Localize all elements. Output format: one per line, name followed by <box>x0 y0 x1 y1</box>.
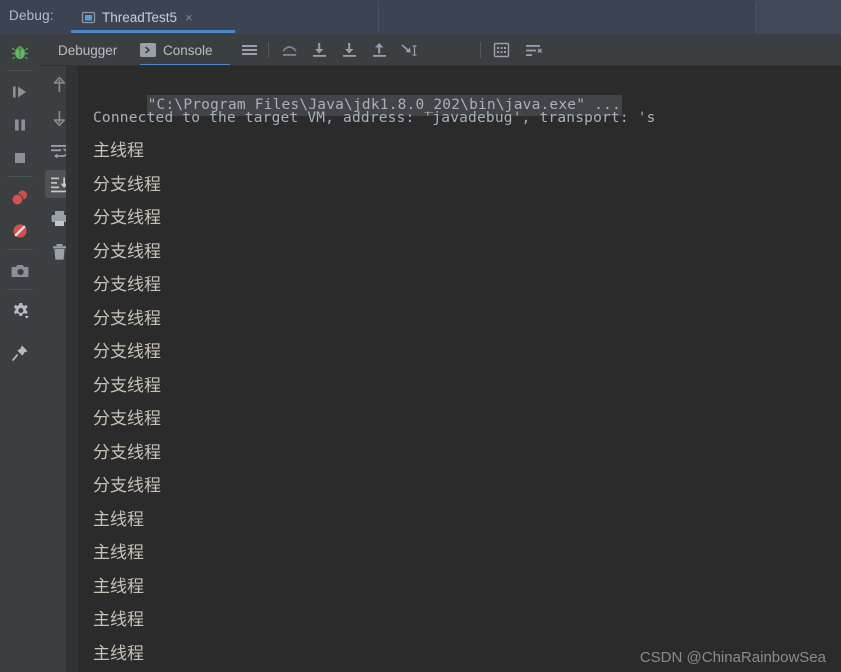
step-out-icon[interactable] <box>368 39 390 61</box>
strip-separator-1 <box>7 70 33 71</box>
tab-console[interactable]: Console <box>140 34 213 66</box>
strip-separator-4 <box>7 289 33 290</box>
pin-tab-icon[interactable] <box>6 339 34 367</box>
debug-actions-strip <box>0 34 40 672</box>
console-output-line: 分支线程 <box>93 241 161 262</box>
toolbar-separator-2 <box>480 42 481 58</box>
toolbar-separator-1 <box>268 42 269 58</box>
console-output-line: 分支线程 <box>93 409 161 429</box>
console-output[interactable]: "C:\Program Files\Java\jdk1.8.0_202\bin\… <box>78 66 841 672</box>
run-config-name: ThreadTest5 <box>102 9 178 25</box>
console-output-line: 分支线程 <box>93 442 161 463</box>
console-output-line: 主线程 <box>93 509 144 530</box>
console-output-line: 分支线程 <box>93 476 161 496</box>
console-output-line: 分支线程 <box>93 275 161 295</box>
settings-gear-icon[interactable] <box>6 297 34 325</box>
console-output-line: 分支线程 <box>93 174 161 195</box>
camera-snapshot-icon[interactable] <box>6 257 34 285</box>
layout-lines-icon[interactable] <box>238 39 260 61</box>
step-into-icon[interactable] <box>308 39 330 61</box>
force-step-into-icon[interactable] <box>338 39 360 61</box>
tab-debugger[interactable]: Debugger <box>58 34 117 66</box>
debug-tool-window: Debug: ThreadTest5 × Debugger Console "C… <box>0 0 841 672</box>
mute-breakpoints-icon[interactable] <box>523 39 545 61</box>
console-gutter <box>66 66 78 672</box>
debug-bug-icon[interactable] <box>6 38 34 66</box>
evaluate-expression-icon[interactable] <box>490 39 512 61</box>
console-output-line: 分支线程 <box>93 308 161 329</box>
console-output-line: 主线程 <box>93 610 144 630</box>
pause-program-icon[interactable] <box>6 111 34 139</box>
run-to-cursor-icon[interactable] <box>398 39 420 61</box>
run-configuration-tab[interactable]: ThreadTest5 × <box>71 0 235 34</box>
console-prompt-icon <box>140 43 156 57</box>
console-output-line: 主线程 <box>93 643 144 664</box>
view-breakpoints-icon[interactable] <box>6 184 34 212</box>
titlebar-divider-1 <box>378 2 379 32</box>
tab-debugger-label: Debugger <box>58 42 118 58</box>
console-connected-line: Connected to the target VM, address: 'ja… <box>93 110 656 126</box>
tab-console-label: Console <box>163 42 213 58</box>
strip-separator-2 <box>7 176 33 177</box>
run-config-icon <box>81 10 96 25</box>
close-icon[interactable]: × <box>185 11 193 24</box>
console-output-line: 主线程 <box>93 141 144 161</box>
strip-separator-3 <box>7 249 33 250</box>
resume-program-icon[interactable] <box>6 78 34 106</box>
step-over-icon[interactable] <box>278 39 300 61</box>
console-output-line: 分支线程 <box>93 208 161 228</box>
console-output-line: 主线程 <box>93 543 144 563</box>
csdn-watermark: CSDN @ChinaRainbowSea <box>639 649 826 666</box>
console-output-line: 主线程 <box>93 576 144 597</box>
debug-tab-row: Debugger Console <box>40 34 841 66</box>
run-tab-active-underline <box>71 30 235 33</box>
console-output-line: 分支线程 <box>93 375 161 396</box>
mute-breakpoints-icon[interactable] <box>6 217 34 245</box>
console-output-line: 分支线程 <box>93 342 161 362</box>
stop-icon[interactable] <box>6 144 34 172</box>
debug-label: Debug: <box>9 8 54 23</box>
titlebar-right-section <box>756 0 841 34</box>
debug-titlebar: Debug: ThreadTest5 × <box>0 0 841 34</box>
